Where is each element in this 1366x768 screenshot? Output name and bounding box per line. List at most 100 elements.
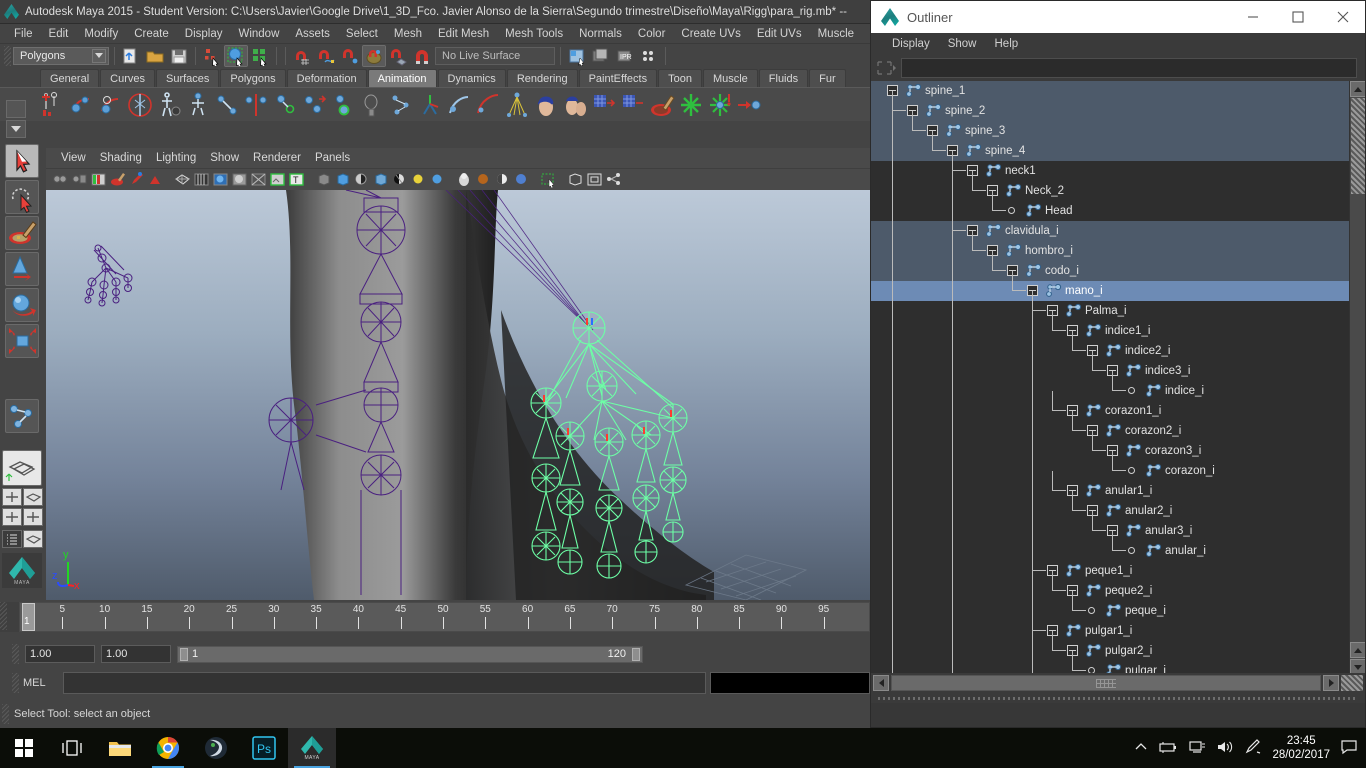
action-center-icon[interactable] xyxy=(1340,739,1358,758)
menu-file[interactable]: File xyxy=(6,27,41,41)
outliner-row[interactable]: indice1_i xyxy=(871,321,1349,341)
render-view-icon[interactable] xyxy=(566,46,588,66)
paint-weights-icon[interactable] xyxy=(591,91,617,119)
shelf-menu-button[interactable] xyxy=(6,120,26,138)
hud-icon[interactable] xyxy=(147,171,164,188)
rotate-tool-button[interactable] xyxy=(5,288,39,322)
layout-two-pane-button[interactable] xyxy=(2,508,22,526)
use-all-lights-icon[interactable] xyxy=(334,171,351,188)
shelf-tab-toon[interactable]: Toon xyxy=(658,69,702,87)
smooth-shade-all-icon[interactable] xyxy=(193,171,210,188)
maya-viewer-button[interactable] xyxy=(192,728,240,768)
menu-edit-mesh[interactable]: Edit Mesh xyxy=(430,27,497,41)
shelf-tab-polygons[interactable]: Polygons xyxy=(220,69,285,87)
shelf-tab-general[interactable]: General xyxy=(40,69,99,87)
viewport-menu-lighting[interactable]: Lighting xyxy=(149,151,203,165)
outliner-row[interactable]: anular3_i xyxy=(871,521,1349,541)
outliner-row[interactable]: mano_i xyxy=(871,281,1349,301)
time-slider-grip[interactable] xyxy=(0,602,7,630)
menu-create[interactable]: Create xyxy=(126,27,177,41)
share-viewport-icon[interactable] xyxy=(605,171,622,188)
range-slider[interactable]: 1 120 xyxy=(177,646,643,663)
outliner-row-container[interactable]: spine_1 spine_2 spine_3 spine_4 neck1 Ne… xyxy=(871,81,1349,701)
command-language-label[interactable]: MEL xyxy=(23,677,59,689)
outliner-title-bar[interactable]: Outliner xyxy=(871,1,1365,33)
skeleton-fan-icon[interactable] xyxy=(504,91,530,119)
outliner-row[interactable]: corazon1_i xyxy=(871,401,1349,421)
shelf-tab-dynamics[interactable]: Dynamics xyxy=(438,69,506,87)
layout-persp-outliner-button[interactable] xyxy=(23,530,43,548)
outliner-menu-display[interactable]: Display xyxy=(883,36,939,52)
snap-curve-icon[interactable] xyxy=(315,46,337,66)
viewport-menu-show[interactable]: Show xyxy=(203,151,246,165)
paint-weights-2-icon[interactable] xyxy=(620,91,646,119)
layout-three-pane-button[interactable] xyxy=(23,508,43,526)
menu-display[interactable]: Display xyxy=(177,27,231,41)
scene-axis-icon[interactable] xyxy=(120,46,142,66)
outliner-row[interactable]: peque_i xyxy=(871,601,1349,621)
network-icon[interactable] xyxy=(1188,740,1206,757)
live-surface-field[interactable]: No Live Surface xyxy=(435,47,555,65)
horizontal-scroll-thumb[interactable] xyxy=(891,675,1321,691)
xray-active-icon[interactable] xyxy=(494,171,511,188)
ipr-render-icon[interactable]: IPR xyxy=(614,46,636,66)
outliner-row[interactable]: indice3_i xyxy=(871,361,1349,381)
outliner-row[interactable]: pulgar1_i xyxy=(871,621,1349,641)
wireframe-icon[interactable] xyxy=(174,171,191,188)
xray-icon[interactable] xyxy=(456,171,473,188)
render-sequence-icon[interactable] xyxy=(590,46,612,66)
menu-select[interactable]: Select xyxy=(338,27,386,41)
show-hidden-icons-chevron[interactable] xyxy=(1134,740,1148,757)
windows-taskbar[interactable]: Ps MAYA 23:45 xyxy=(0,728,1366,768)
range-slider-row[interactable]: 1.00 1.00 1 120 xyxy=(0,640,870,668)
head-sculpt-icon[interactable] xyxy=(533,91,559,119)
orient-joint-icon[interactable] xyxy=(272,91,298,119)
remove-joint-icon[interactable] xyxy=(330,91,356,119)
viewport-menu-renderer[interactable]: Renderer xyxy=(246,151,308,165)
minimize-button[interactable] xyxy=(1230,2,1275,33)
outliner-menu-bar[interactable]: Display Show Help xyxy=(871,33,1365,55)
layout-row-1[interactable] xyxy=(2,488,43,506)
outliner-vertical-scrollbar[interactable] xyxy=(1349,81,1365,703)
scroll-down-button-lower[interactable] xyxy=(1350,642,1365,658)
motion-blur-icon[interactable] xyxy=(391,171,408,188)
maya-button[interactable]: MAYA xyxy=(288,728,336,768)
camera-attributes-icon[interactable] xyxy=(71,171,88,188)
menu-mesh[interactable]: Mesh xyxy=(386,27,430,41)
outliner-row[interactable]: Neck_2 xyxy=(871,181,1349,201)
system-tray[interactable]: 23:45 28/02/2017 xyxy=(1134,734,1366,762)
command-line-grip[interactable] xyxy=(12,673,19,693)
outliner-row[interactable]: peque1_i xyxy=(871,561,1349,581)
viewport-menu-bar[interactable]: View Shading Lighting Show Renderer Pane… xyxy=(46,148,870,168)
menuset-selector[interactable]: Polygons xyxy=(13,47,109,65)
layout-four-view-button[interactable] xyxy=(2,488,22,506)
layout-single-perspective-button[interactable] xyxy=(2,450,42,486)
text-overlay-icon[interactable]: T xyxy=(288,171,305,188)
ik-handle-icon[interactable] xyxy=(69,91,95,119)
grease-pencil-icon[interactable] xyxy=(128,171,145,188)
outliner-filter-row[interactable] xyxy=(871,55,1365,81)
menu-edit-uvs[interactable]: Edit UVs xyxy=(749,27,810,41)
file-explorer-button[interactable] xyxy=(96,728,144,768)
shelf-tab-animation[interactable]: Animation xyxy=(368,69,437,87)
command-input[interactable] xyxy=(63,672,706,694)
outliner-row[interactable]: anular_i xyxy=(871,541,1349,561)
film-gate-icon[interactable] xyxy=(586,171,603,188)
shelf-tab-deformation[interactable]: Deformation xyxy=(287,69,367,87)
help-line-grip[interactable] xyxy=(2,704,9,724)
scroll-right-button[interactable] xyxy=(1323,675,1339,691)
shelf-options-button[interactable] xyxy=(6,100,26,118)
use-default-light-icon[interactable] xyxy=(315,171,332,188)
menu-muscle[interactable]: Muscle xyxy=(810,27,862,41)
light-blue-icon[interactable] xyxy=(429,171,446,188)
vertical-scroll-thumb[interactable] xyxy=(1351,98,1365,194)
outliner-row[interactable]: corazon2_i xyxy=(871,421,1349,441)
time-slider[interactable]: 1 5101520253035404550556065707580859095 xyxy=(0,602,870,632)
viewport-menu-shading[interactable]: Shading xyxy=(93,151,149,165)
textured-icon[interactable] xyxy=(269,171,286,188)
outliner-row[interactable]: Head xyxy=(871,201,1349,221)
outliner-row[interactable]: indice_i xyxy=(871,381,1349,401)
outliner-row[interactable]: corazon_i xyxy=(871,461,1349,481)
shelf-tab-fur[interactable]: Fur xyxy=(809,69,846,87)
outliner-row[interactable]: peque2_i xyxy=(871,581,1349,601)
